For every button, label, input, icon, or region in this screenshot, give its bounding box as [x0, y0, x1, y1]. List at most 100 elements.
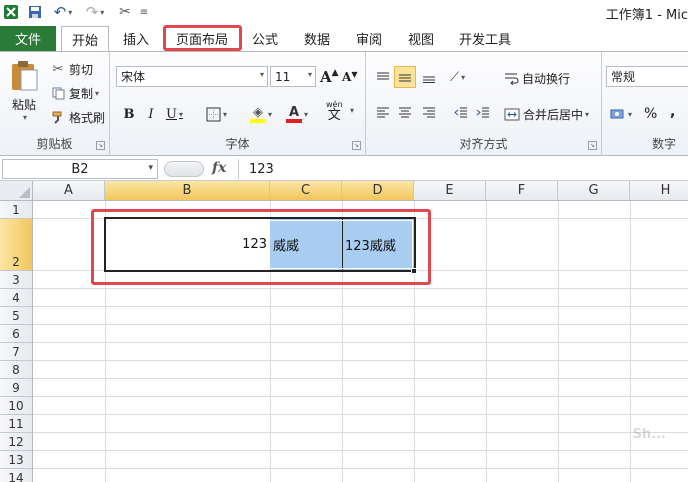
- row-header-14[interactable]: 14: [0, 469, 33, 482]
- column-header-d[interactable]: D: [342, 181, 414, 201]
- tab-file[interactable]: 文件: [0, 26, 56, 51]
- merge-center-button[interactable]: 合并后居中 ▾: [504, 104, 589, 124]
- grow-font-button[interactable]: A ▲: [320, 68, 339, 86]
- accounting-format-button[interactable]: ▾: [610, 104, 632, 124]
- comma-button[interactable]: ,: [670, 102, 675, 122]
- row-header-2[interactable]: 2: [0, 219, 33, 271]
- phonetic-dropdown-icon[interactable]: ▾: [348, 106, 354, 115]
- gridline: [33, 324, 688, 325]
- italic-button[interactable]: I: [142, 104, 160, 124]
- align-bottom-button[interactable]: [418, 66, 440, 88]
- fill-color-button[interactable]: ◈ ▾: [250, 104, 272, 124]
- wrap-text-button[interactable]: 自动换行: [504, 68, 570, 88]
- underline-icon: U: [166, 106, 177, 122]
- row-header-7[interactable]: 7: [0, 343, 33, 361]
- orientation-icon: ⟋: [450, 69, 460, 85]
- font-name-dropdown-icon: ▾: [259, 70, 264, 79]
- percent-icon: %: [644, 106, 658, 122]
- font-group-label: 字体: [225, 137, 250, 151]
- column-header-g[interactable]: G: [558, 181, 630, 201]
- column-header-f[interactable]: F: [486, 181, 558, 201]
- align-middle-button[interactable]: [394, 66, 416, 88]
- undo-icon[interactable]: ↶ ▾: [50, 3, 76, 21]
- increase-indent-icon: [476, 107, 490, 119]
- font-color-icon: A: [286, 106, 302, 123]
- align-top-button[interactable]: [372, 66, 394, 88]
- font-name-value: 宋体: [121, 70, 146, 84]
- tab-data[interactable]: 数据: [298, 26, 336, 51]
- number-format-combo[interactable]: 常规: [606, 66, 688, 87]
- tab-insert[interactable]: 插入: [116, 26, 156, 51]
- column-header-b[interactable]: B: [105, 181, 270, 201]
- qat-dropdown-icon[interactable]: ≡: [138, 3, 150, 21]
- bold-button[interactable]: B: [120, 104, 138, 124]
- row-header-3[interactable]: 3: [0, 271, 33, 289]
- column-header-a[interactable]: A: [33, 181, 105, 201]
- merge-center-dropdown-icon: ▾: [585, 109, 590, 119]
- row-header-12[interactable]: 12: [0, 433, 33, 451]
- tab-view[interactable]: 视图: [402, 26, 440, 51]
- row-header-6[interactable]: 6: [0, 325, 33, 343]
- paint-bucket-icon: ◈: [250, 106, 266, 123]
- select-all-corner[interactable]: [0, 181, 33, 201]
- customize-icon[interactable]: ✂: [114, 3, 136, 21]
- tab-formulas[interactable]: 公式: [246, 26, 284, 51]
- window-title: 工作簿1 - Mic: [605, 8, 688, 23]
- name-box-dropdown-icon[interactable]: ▾: [148, 163, 153, 173]
- ribbon: 粘贴 ▾ ✂ 剪切 复制 ▾ 格式刷 剪贴板 ↘ 宋体 ▾ 11 ▾ A ▲ A…: [0, 51, 688, 156]
- sheet-grid: A B C D E F G H 1 2 3 4 5 6 7 8 9 10 11 …: [0, 181, 688, 482]
- format-painter-button[interactable]: 格式刷: [50, 108, 105, 126]
- formula-bar-divider: [164, 161, 204, 177]
- alignment-launcher-icon[interactable]: ↘: [588, 141, 597, 150]
- percent-button[interactable]: %: [644, 104, 657, 124]
- save-icon[interactable]: [26, 3, 44, 21]
- paste-button[interactable]: 粘贴 ▾: [4, 58, 44, 128]
- font-name-combo[interactable]: 宋体 ▾: [116, 66, 268, 87]
- row-header-11[interactable]: 11: [0, 415, 33, 433]
- row-header-8[interactable]: 8: [0, 361, 33, 379]
- clipboard-launcher-icon[interactable]: ↘: [96, 141, 105, 150]
- decrease-indent-button[interactable]: [450, 102, 472, 124]
- column-header-e[interactable]: E: [414, 181, 486, 201]
- orientation-button[interactable]: ⟋ ▾: [450, 66, 465, 88]
- comma-icon: ,: [670, 104, 676, 120]
- row-header-13[interactable]: 13: [0, 451, 33, 469]
- row-header-5[interactable]: 5: [0, 307, 33, 325]
- row-header-1[interactable]: 1: [0, 201, 33, 219]
- increase-indent-button[interactable]: [472, 102, 494, 124]
- title-bar: ↶ ▾ ↷ ▾ ✂ ≡ 工作簿1 - Mic: [0, 0, 688, 24]
- bold-icon: B: [123, 106, 135, 122]
- clipboard-group: 粘贴 ▾ ✂ 剪切 复制 ▾ 格式刷 剪贴板 ↘: [0, 52, 110, 156]
- align-right-button[interactable]: [418, 102, 440, 124]
- tab-review[interactable]: 审阅: [350, 26, 388, 51]
- merge-center-icon: [504, 108, 520, 121]
- formula-input[interactable]: 123: [238, 159, 688, 179]
- excel-icon[interactable]: [2, 3, 20, 21]
- tab-home[interactable]: 开始: [61, 26, 109, 51]
- row-header-4[interactable]: 4: [0, 289, 33, 307]
- shrink-font-button[interactable]: A ▼: [342, 69, 357, 84]
- formula-bar: B2 ▾ fx 123: [0, 157, 688, 181]
- align-center-button[interactable]: [394, 102, 416, 124]
- italic-icon: I: [148, 106, 154, 122]
- name-box[interactable]: B2 ▾: [2, 159, 158, 179]
- fx-icon[interactable]: fx: [212, 160, 226, 176]
- column-header-c[interactable]: C: [270, 181, 342, 201]
- row-header-9[interactable]: 9: [0, 379, 33, 397]
- alignment-group-label: 对齐方式: [459, 137, 508, 151]
- font-size-dropdown-icon: ▾: [307, 70, 312, 79]
- font-color-button[interactable]: A ▾: [286, 104, 308, 124]
- column-header-h[interactable]: H: [630, 181, 688, 201]
- phonetic-button[interactable]: wén 文: [326, 100, 343, 123]
- copy-button[interactable]: 复制 ▾: [50, 84, 99, 102]
- align-left-button[interactable]: [372, 102, 394, 124]
- align-bottom-icon: [422, 71, 436, 83]
- underline-button[interactable]: U ▾: [166, 104, 183, 124]
- row-header-10[interactable]: 10: [0, 397, 33, 415]
- font-size-combo[interactable]: 11 ▾: [270, 66, 316, 87]
- font-launcher-icon[interactable]: ↘: [352, 141, 361, 150]
- cut-button[interactable]: ✂ 剪切: [50, 60, 93, 78]
- tab-developer[interactable]: 开发工具: [452, 26, 518, 51]
- borders-button[interactable]: ▾: [206, 104, 227, 124]
- redo-icon[interactable]: ↷ ▾: [82, 3, 108, 21]
